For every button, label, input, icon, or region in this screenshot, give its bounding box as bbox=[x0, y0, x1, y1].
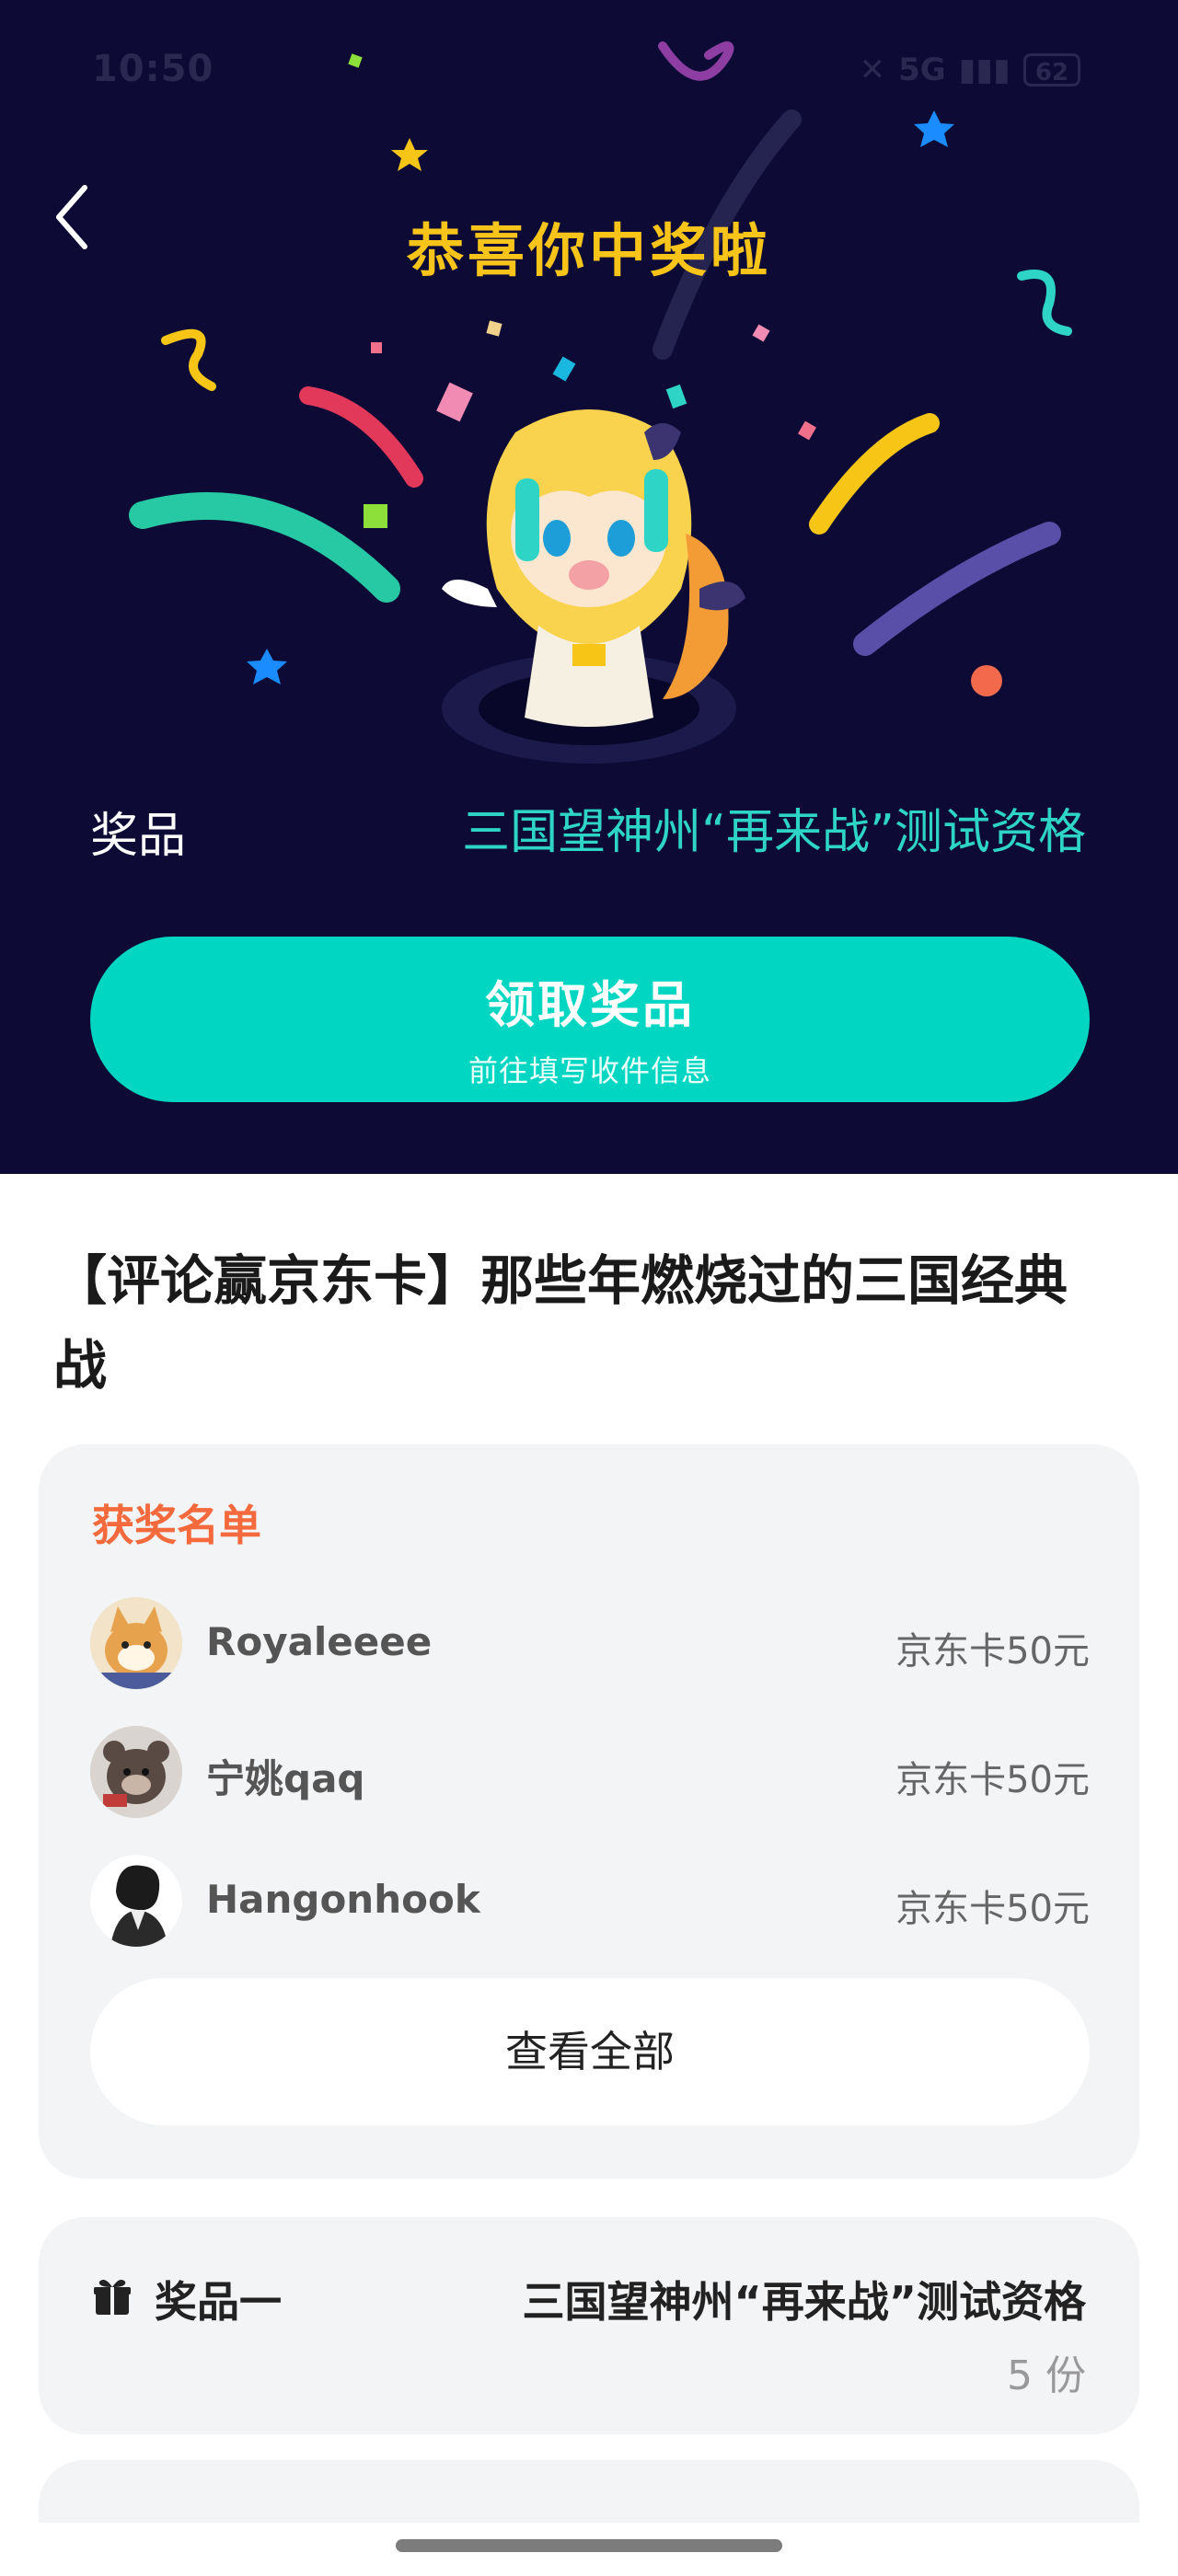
hero-banner: 10:50 ✕ 5G ▮▮▮ 62 恭喜你中奖啦 奖品 三国望神州“再来战”测试… bbox=[0, 0, 1178, 1174]
claim-prize-button[interactable]: 领取奖品 前往填写收件信息 bbox=[90, 937, 1090, 1102]
claim-button-label: 领取奖品 bbox=[485, 976, 695, 1034]
status-icons: ✕ 5G ▮▮▮ 62 bbox=[860, 52, 1080, 88]
network-indicator: 5G bbox=[898, 52, 946, 88]
battery-icon: 62 bbox=[1022, 53, 1080, 86]
winners-card: 获奖名单 Royaleeee 京东卡50元 宁姚qaq 京东卡50元 Hango… bbox=[39, 1444, 1139, 2179]
prize-value: 三国望神州“再来战”测试资格 bbox=[462, 805, 1086, 860]
prize-name: 奖品一 bbox=[155, 2277, 282, 2327]
mute-icon: ✕ bbox=[859, 52, 886, 88]
winner-row[interactable]: Hangonhook 京东卡50元 bbox=[90, 1855, 1090, 1947]
winners-title: 获奖名单 bbox=[92, 1501, 261, 1550]
winner-prize: 京东卡50元 bbox=[895, 1888, 1090, 1930]
winner-prize: 京东卡50元 bbox=[895, 1759, 1090, 1801]
congrats-title: 恭喜你中奖啦 bbox=[406, 217, 771, 284]
winner-name: Hangonhook bbox=[206, 1877, 480, 1922]
gift-icon bbox=[94, 2280, 131, 2315]
avatar bbox=[90, 1597, 182, 1689]
home-indicator[interactable] bbox=[396, 2539, 782, 2552]
prize-card: 奖品一 三国望神州“再来战”测试资格 5 份 bbox=[39, 2217, 1139, 2434]
claim-button-sublabel: 前往填写收件信息 bbox=[468, 1053, 711, 1088]
article-title: 【评论赢京东卡】那些年燃烧过的三国经典战 bbox=[53, 1249, 1068, 1397]
winner-prize: 京东卡50元 bbox=[895, 1630, 1090, 1673]
signal-icon: ▮▮▮ bbox=[958, 52, 1011, 88]
winner-row[interactable]: Royaleeee 京东卡50元 bbox=[90, 1597, 1090, 1689]
winner-name: Royaleeee bbox=[206, 1619, 433, 1664]
prize-count: 5 份 bbox=[1007, 2352, 1086, 2399]
prize-label: 奖品 bbox=[90, 809, 187, 864]
avatar bbox=[90, 1855, 182, 1947]
avatar bbox=[90, 1726, 182, 1818]
winner-row[interactable]: 宁姚qaq 京东卡50元 bbox=[90, 1726, 1090, 1818]
status-bar: 10:50 ✕ 5G ▮▮▮ 62 bbox=[0, 0, 1178, 147]
winner-name: 宁姚qaq bbox=[206, 1756, 365, 1801]
view-all-button[interactable]: 查看全部 bbox=[90, 1978, 1090, 2125]
status-time: 10:50 bbox=[92, 48, 214, 90]
prize-desc: 三国望神州“再来战”测试资格 bbox=[522, 2277, 1086, 2327]
